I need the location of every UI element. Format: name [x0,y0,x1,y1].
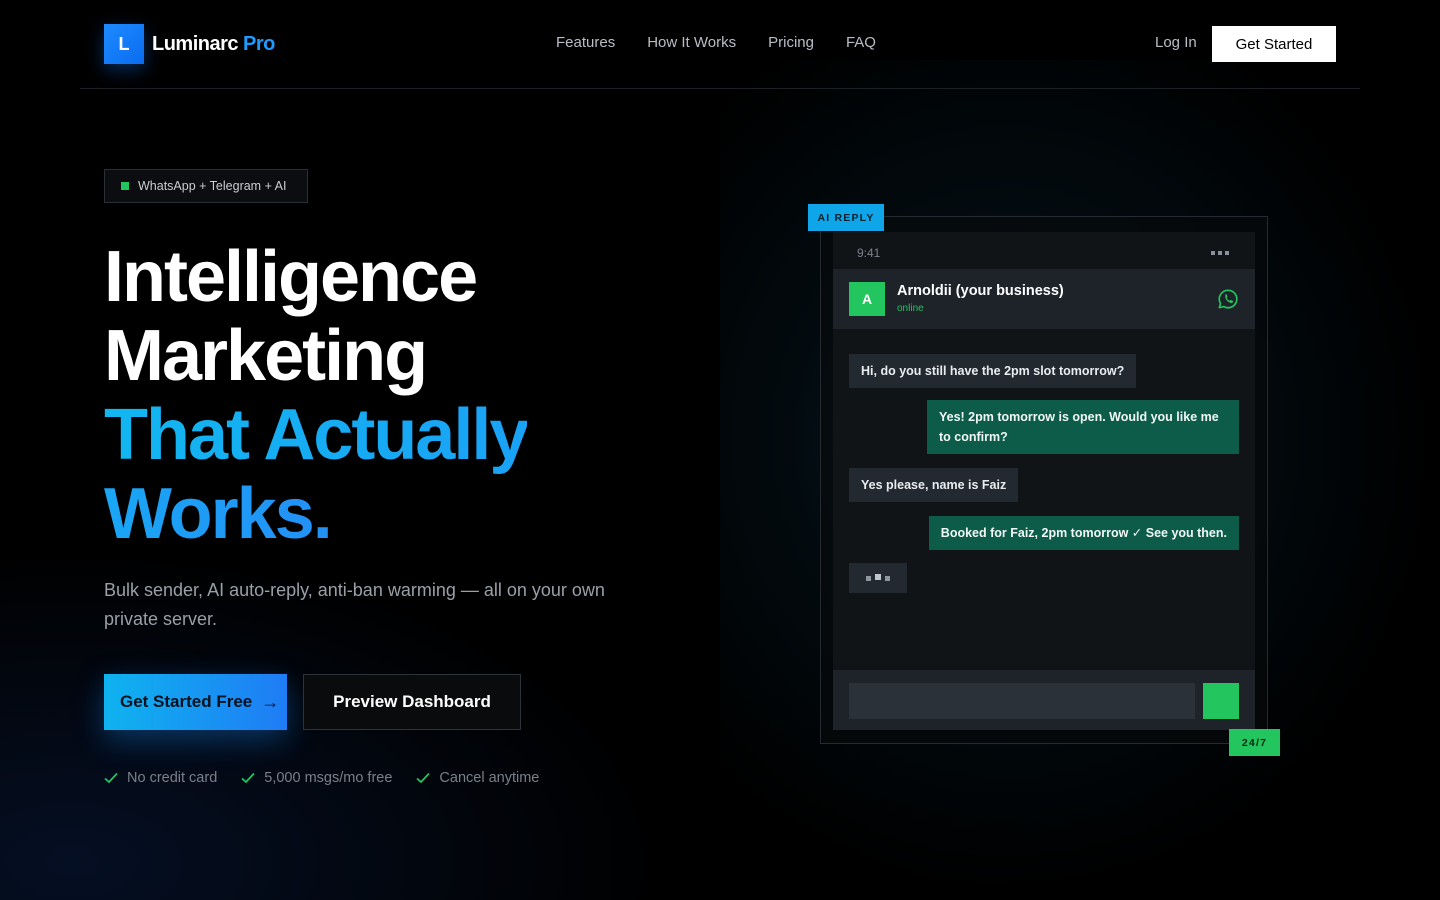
nav-link-pricing[interactable]: Pricing [768,34,814,51]
hero-headline: Intelligence Marketing That Actually Wor… [104,237,529,554]
message-outgoing: Yes! 2pm tomorrow is open. Would you lik… [927,400,1239,454]
perk-label: Cancel anytime [439,770,540,786]
compose-bar [833,670,1255,730]
check-icon [104,772,118,784]
message-incoming: Yes please, name is Faiz [849,468,1019,502]
perk-item: 5,000 msgs/mo free [241,770,392,786]
nav-link-how-it-works[interactable]: How It Works [647,34,736,51]
login-link[interactable]: Log In [1155,34,1197,51]
message-input[interactable] [849,683,1195,719]
ai-reply-tag: AI REPLY [808,204,884,231]
message-outgoing: Booked for Faiz, 2pm tomorrow ✓ See you … [928,516,1239,550]
availability-tag: 24/7 [1229,729,1280,756]
contact-status: online [897,303,924,314]
nav-link-faq[interactable]: FAQ [846,34,876,51]
more-options-icon[interactable] [1211,251,1229,255]
hero-subtitle: Bulk sender, AI auto-reply, anti-ban war… [104,580,605,629]
headline-line-2: Marketing [104,316,428,396]
logo-suffix: Pro [243,32,275,55]
perk-item: Cancel anytime [416,770,539,786]
contact-name: Arnoldii (your business) [897,283,1064,299]
avatar: A [849,282,885,316]
chat-mockup: 9:41 A Arnoldii (your business) online H… [833,232,1255,730]
perk-item: No credit card [104,770,217,786]
chat-header: A Arnoldii (your business) online [833,269,1255,329]
headline-line-4: Works. [104,475,527,554]
headline-line-1: Intelligence [104,237,478,317]
status-time: 9:41 [857,246,881,260]
typing-indicator [849,563,907,593]
get-started-free-button[interactable]: Get Started Free → [104,674,287,730]
headline-line-3: That Actually [104,395,529,475]
check-icon [241,772,255,784]
preview-dashboard-button[interactable]: Preview Dashboard [303,674,521,730]
perk-label: No credit card [127,770,218,786]
nav-links: Features How It Works Pricing FAQ [556,34,876,51]
arrow-right-icon: → [261,691,280,712]
check-icon [416,772,431,784]
logo-name: Luminarc [152,32,239,55]
status-dot-icon [121,182,129,190]
message-incoming: Hi, do you still have the 2pm slot tomor… [849,354,1137,388]
badge-label: WhatsApp + Telegram + AI [138,179,287,193]
send-button[interactable] [1203,683,1239,719]
get-started-button[interactable]: Get Started [1212,26,1336,62]
logo-mark: L [104,24,144,64]
logo[interactable]: L Luminarc Pro [104,24,275,64]
nav-link-features[interactable]: Features [556,34,615,51]
platform-badge: WhatsApp + Telegram + AI [104,169,308,203]
top-nav: L Luminarc Pro Features How It Works Pri… [80,0,1360,89]
whatsapp-icon [1218,289,1238,309]
perk-label: 5,000 msgs/mo free [264,770,393,786]
get-started-free-label: Get Started Free [120,692,253,711]
perks-list: No credit card 5,000 msgs/mo free Cancel… [104,770,539,786]
